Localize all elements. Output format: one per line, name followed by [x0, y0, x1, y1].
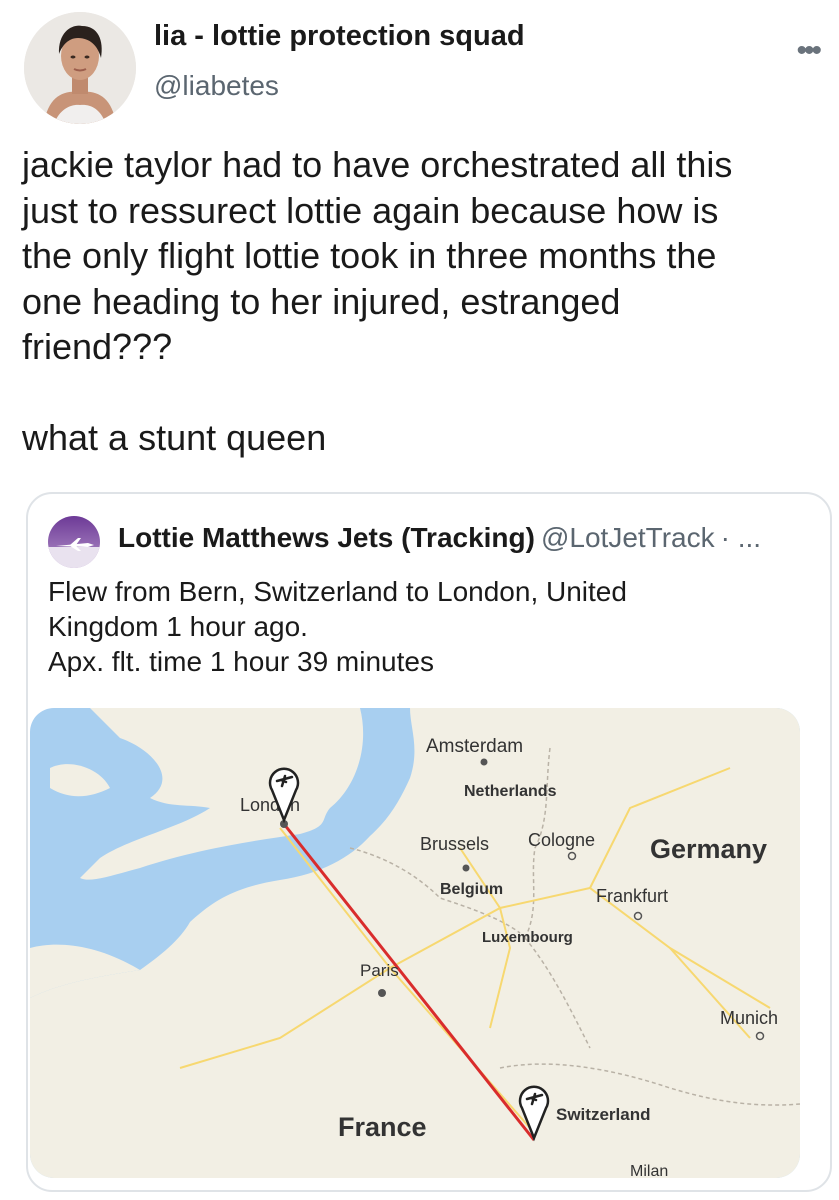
quote-text-line: Apx. flt. time 1 hour 39 minutes [48, 646, 434, 677]
quote-author-name[interactable]: Lottie Matthews Jets (Tracking) [118, 522, 535, 553]
brussels-dot [462, 864, 470, 872]
quote-separator: · ... [720, 522, 762, 553]
author-handle[interactable]: @liabetes [154, 70, 279, 102]
amsterdam-dot [480, 758, 488, 766]
more-horizontal-icon[interactable]: ••• [796, 34, 821, 68]
map-label-germany: Germany [650, 834, 767, 864]
author-avatar[interactable] [24, 12, 136, 124]
quote-author-handle[interactable]: @LotJetTrack [541, 522, 715, 553]
avatar-photo [24, 12, 136, 124]
map-label-france: France [338, 1112, 427, 1142]
map-label-luxembourg: Luxembourg [482, 929, 573, 946]
quote-text-line: Flew from Bern, Switzerland to London, U… [48, 576, 627, 607]
flight-route-map[interactable]: London Amsterdam Netherlands Brussels Co… [30, 708, 800, 1178]
map-label-frankfurt: Frankfurt [596, 886, 668, 906]
map-label-paris: Paris [360, 961, 399, 980]
quote-author-avatar[interactable] [48, 516, 100, 568]
map-label-netherlands: Netherlands [464, 783, 557, 800]
paris-dot [378, 989, 386, 997]
author-display-name[interactable]: lia - lottie protection squad [154, 20, 525, 53]
map-label-belgium: Belgium [440, 881, 503, 898]
quote-header: Lottie Matthews Jets (Tracking) @LotJetTr… [118, 522, 761, 554]
quoted-tweet-card[interactable]: Lottie Matthews Jets (Tracking) @LotJetTr… [26, 492, 832, 1192]
map-label-amsterdam: Amsterdam [426, 736, 523, 757]
map-label-milan: Milan [630, 1163, 668, 1178]
map-canvas: London Amsterdam Netherlands Brussels Co… [30, 708, 800, 1178]
map-label-brussels: Brussels [420, 834, 489, 854]
airplane-icon [48, 516, 100, 568]
quote-text-line: Kingdom 1 hour ago. [48, 611, 308, 642]
quote-text: Flew from Bern, Switzerland to London, U… [48, 574, 808, 679]
map-label-switzerland: Switzerland [556, 1105, 650, 1124]
map-label-cologne: Cologne [528, 830, 595, 850]
tweet-text: jackie taylor had to have orchestrated a… [22, 144, 733, 458]
map-label-munich: Munich [720, 1008, 778, 1028]
